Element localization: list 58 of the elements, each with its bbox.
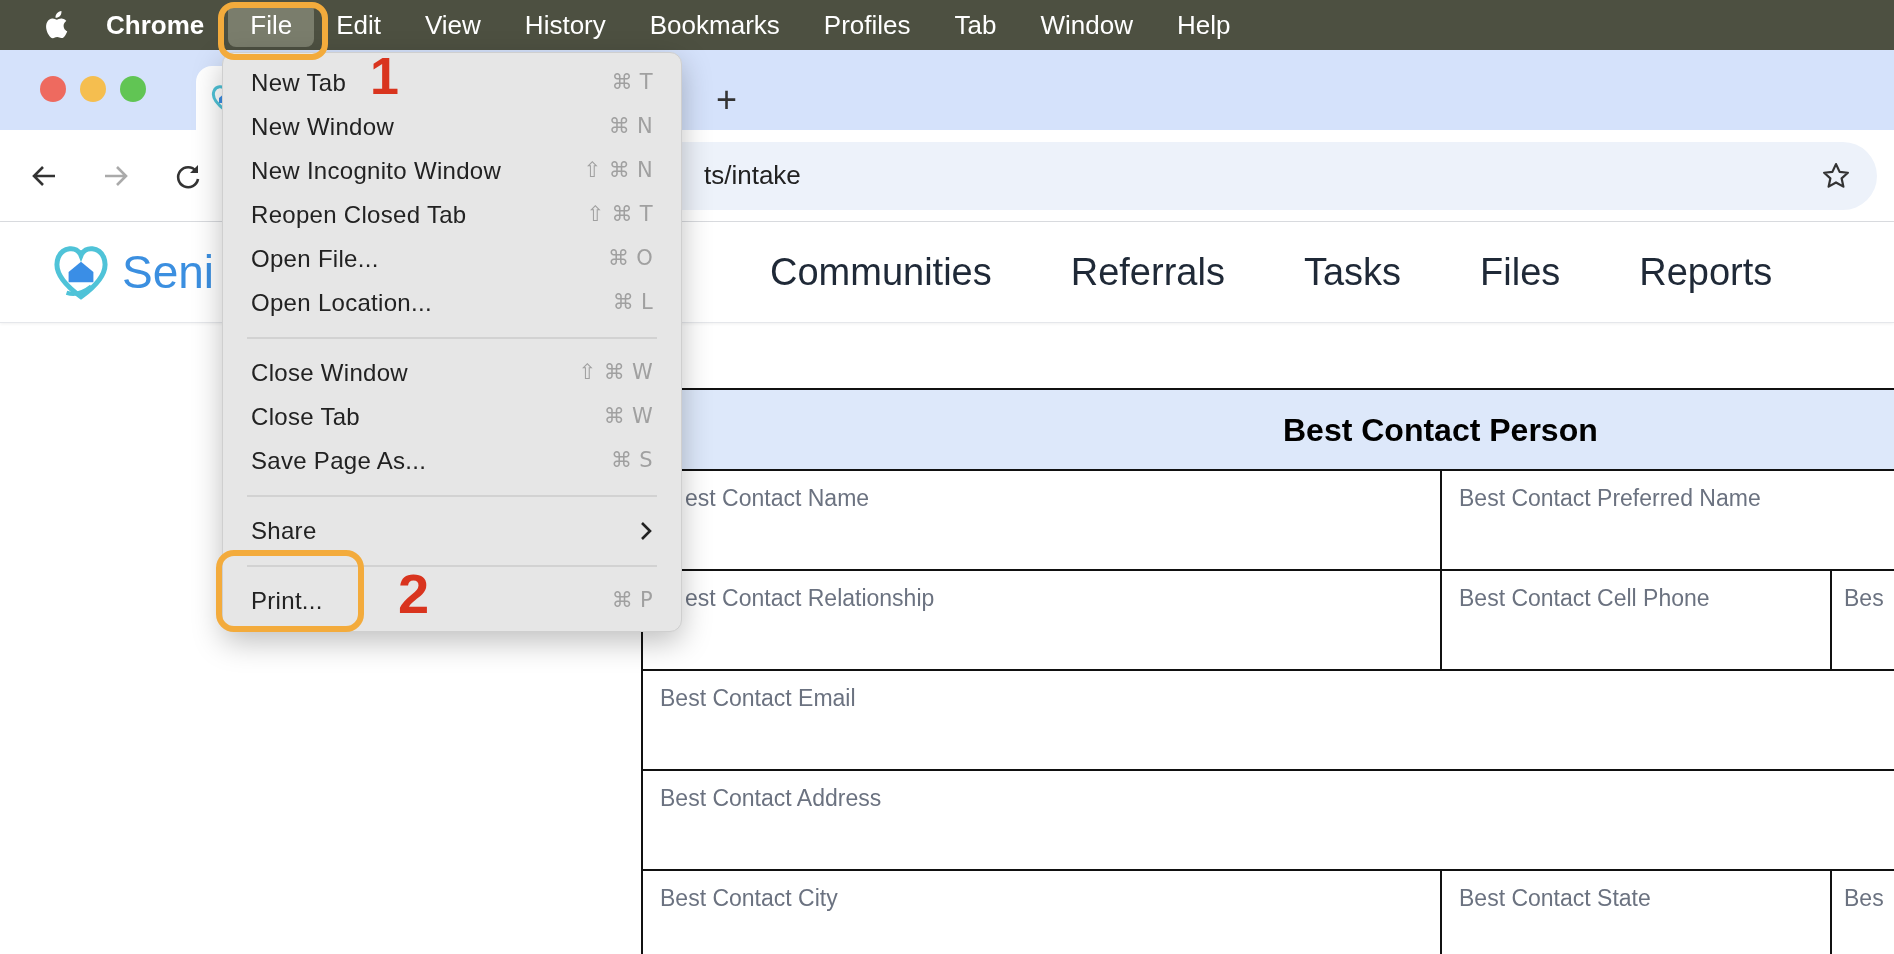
menu-item[interactable]: New Incognito Window	[251, 153, 502, 189]
field-label: Bes	[1844, 885, 1884, 911]
shortcut-label: ⌘ S	[611, 447, 653, 475]
field-label: Bes	[1844, 585, 1884, 611]
shortcut-label: ⌘ T	[611, 69, 653, 97]
logo-text: Seni	[122, 244, 216, 300]
star-icon[interactable]	[1821, 160, 1851, 191]
close-window-button[interactable]	[40, 76, 66, 102]
menu-bar-item[interactable]: Edit	[314, 3, 403, 47]
form-cell[interactable]: Best Contact Cell Phone	[1440, 571, 1830, 669]
field-label: est Contact Name	[685, 485, 870, 511]
shortcut-label: ⌘ W	[603, 403, 653, 431]
menu-item[interactable]: Open Location...	[251, 285, 432, 321]
new-tab-button[interactable]: +	[716, 82, 738, 118]
menu-bar-item[interactable]: History	[502, 3, 628, 47]
field-label: Best Contact Cell Phone	[1459, 585, 1710, 611]
shortcut-label: ⌘ L	[612, 289, 653, 317]
form-cell[interactable]: Best Contact State	[1440, 871, 1830, 954]
menu-bar-item[interactable]: Tab	[932, 3, 1019, 47]
shortcut-label: ⌘ N	[608, 113, 653, 141]
form-cell[interactable]: Bes	[1830, 871, 1894, 954]
field-label: Best Contact Address	[660, 785, 882, 811]
nav-link[interactable]: Reports	[1639, 243, 1773, 301]
nav-link[interactable]: Communities	[770, 243, 992, 301]
field-label: Best Contact Email	[660, 685, 856, 711]
chevron-right-icon	[639, 520, 653, 542]
step-number: 1	[370, 50, 399, 102]
minimize-window-button[interactable]	[80, 76, 106, 102]
menu-bar-item[interactable]: View	[402, 3, 503, 47]
menu-bar-item[interactable]: Profiles	[801, 3, 933, 47]
menu-item[interactable]: Print...	[251, 583, 323, 619]
form-cell[interactable]: Best Contact Email	[643, 671, 1894, 769]
step-number: 2	[398, 566, 430, 622]
menu-item[interactable]: Share	[251, 513, 317, 549]
shortcut-label: ⇧ ⌘ N	[583, 157, 653, 185]
form-cell[interactable]: Best Contact Address	[643, 771, 1894, 869]
shortcut-label: ⌘ O	[607, 245, 653, 273]
menu-bar-item[interactable]: Bookmarks	[627, 3, 802, 47]
menu-bar-item[interactable]: Help	[1154, 3, 1253, 47]
form-cell[interactable]: Best Contact Preferred Name	[1440, 471, 1894, 569]
field-label: Best Contact Preferred Name	[1459, 485, 1761, 511]
shortcut-label: ⌘ P	[611, 587, 653, 615]
menu-item[interactable]: Open File...	[251, 241, 379, 277]
app-name[interactable]: Chrome	[106, 5, 205, 45]
shortcut-label: ⇧ ⌘ W	[578, 359, 653, 387]
menu-item[interactable]: Save Page As...	[251, 443, 427, 479]
zoom-window-button[interactable]	[120, 76, 146, 102]
menu-item[interactable]: New Tab	[251, 65, 347, 101]
nav-link[interactable]: Referrals	[1070, 243, 1225, 301]
form-cell[interactable]: Best Contact City	[643, 871, 1440, 954]
nav-link[interactable]: Files	[1480, 243, 1561, 301]
menu-item[interactable]: Close Tab	[251, 399, 360, 435]
menu-item[interactable]: Close Window	[251, 355, 408, 391]
nav-link[interactable]: Tasks	[1303, 243, 1402, 301]
form-cell[interactable]: Bes	[1830, 571, 1894, 669]
field-label: Best Contact City	[660, 885, 838, 911]
field-label: Best Contact State	[1459, 885, 1651, 911]
menu-bar-item[interactable]: Window	[1018, 3, 1155, 47]
